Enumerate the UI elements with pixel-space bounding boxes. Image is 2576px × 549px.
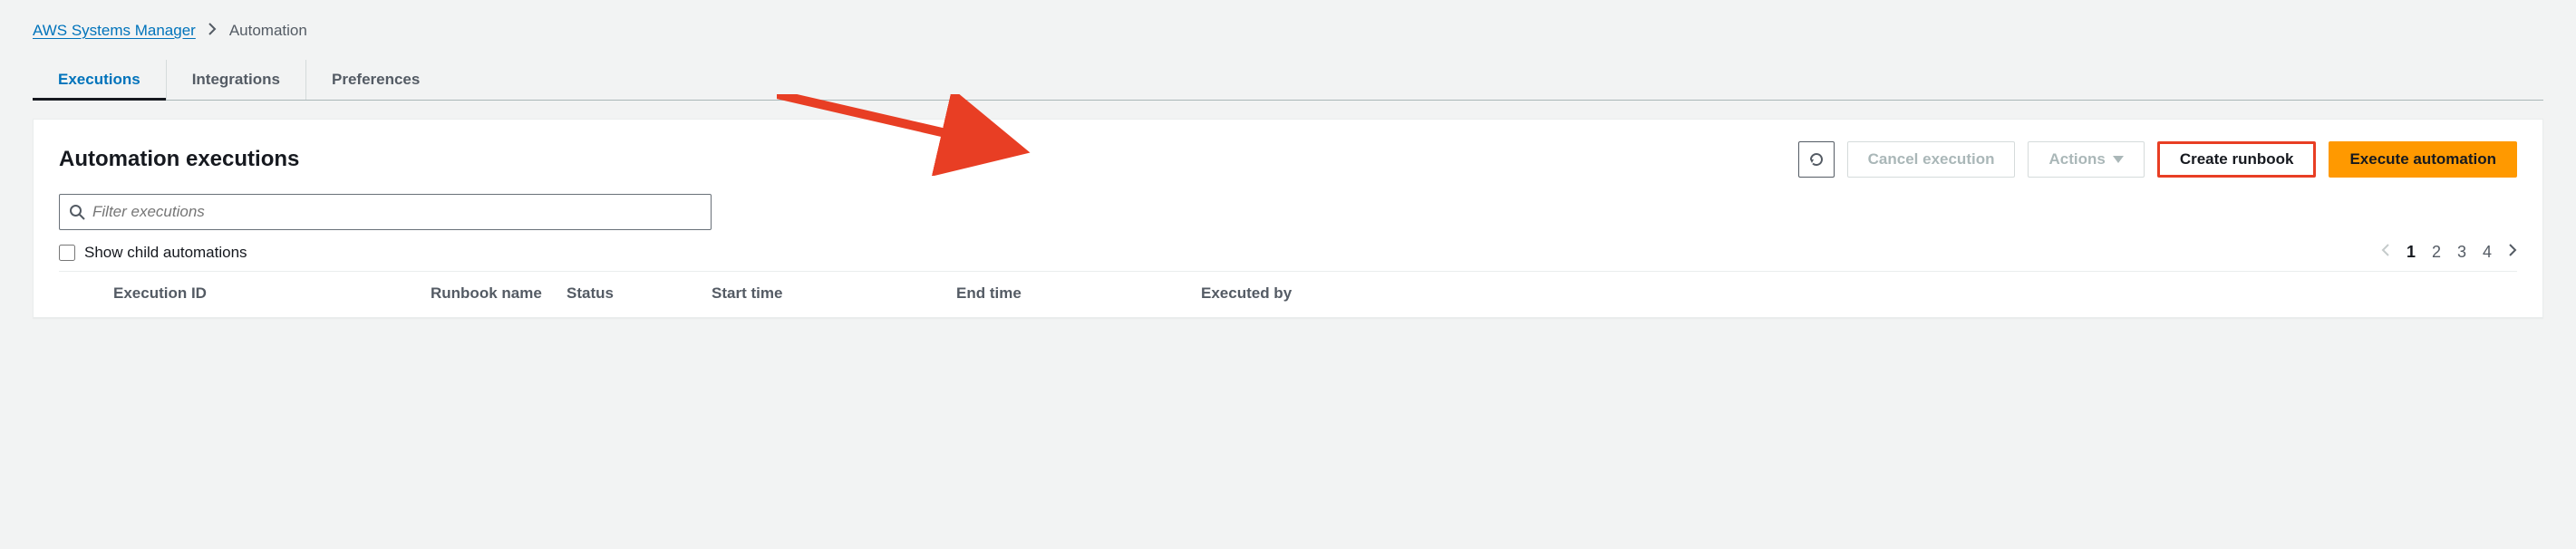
tab-bar: Executions Integrations Preferences (33, 60, 2543, 101)
tab-preferences[interactable]: Preferences (306, 60, 445, 100)
table-header-start-time[interactable]: Start time (712, 284, 956, 303)
executions-panel: Automation executions Cancel execution A… (33, 119, 2543, 318)
execute-automation-button[interactable]: Execute automation (2329, 141, 2517, 178)
paginator-page-1[interactable]: 1 (2407, 243, 2416, 262)
paginator-prev[interactable] (2381, 243, 2390, 262)
paginator-page-3[interactable]: 3 (2457, 243, 2466, 262)
breadcrumb-root-link[interactable]: AWS Systems Manager (33, 22, 196, 40)
caret-down-icon (2113, 156, 2124, 163)
create-runbook-button[interactable]: Create runbook (2157, 141, 2317, 178)
show-child-checkbox-input[interactable] (59, 245, 75, 261)
paginator-next[interactable] (2508, 243, 2517, 262)
search-icon (69, 204, 85, 220)
table-header-executed-by[interactable]: Executed by (1201, 284, 2517, 303)
action-button-row: Cancel execution Actions Create runbook … (1798, 141, 2517, 178)
actions-dropdown-button[interactable]: Actions (2028, 141, 2144, 178)
tab-executions[interactable]: Executions (33, 60, 167, 100)
paginator: 1 2 3 4 (2381, 243, 2517, 262)
filter-input[interactable] (92, 203, 702, 221)
show-child-label: Show child automations (84, 244, 247, 262)
refresh-icon (1808, 151, 1825, 168)
chevron-right-icon (208, 22, 217, 40)
breadcrumb-current: Automation (229, 22, 307, 40)
chevron-right-icon (2508, 243, 2517, 257)
cancel-execution-button[interactable]: Cancel execution (1847, 141, 2016, 178)
table-header-end-time[interactable]: End time (956, 284, 1201, 303)
breadcrumb: AWS Systems Manager Automation (33, 22, 2543, 40)
table-header-execution-id[interactable]: Execution ID (113, 284, 431, 303)
chevron-left-icon (2381, 243, 2390, 257)
table-header-status[interactable]: Status (567, 284, 712, 303)
panel-title: Automation executions (59, 147, 299, 172)
paginator-page-2[interactable]: 2 (2432, 243, 2441, 262)
table-header-runbook-name[interactable]: Runbook name (431, 284, 567, 303)
tab-integrations[interactable]: Integrations (167, 60, 306, 100)
actions-label: Actions (2048, 150, 2105, 169)
paginator-page-4[interactable]: 4 (2483, 243, 2492, 262)
table-header-row: Execution ID Runbook name Status Start t… (59, 271, 2517, 317)
refresh-button[interactable] (1798, 141, 1835, 178)
filter-input-wrapper[interactable] (59, 194, 712, 230)
show-child-automations-checkbox[interactable]: Show child automations (59, 244, 247, 262)
